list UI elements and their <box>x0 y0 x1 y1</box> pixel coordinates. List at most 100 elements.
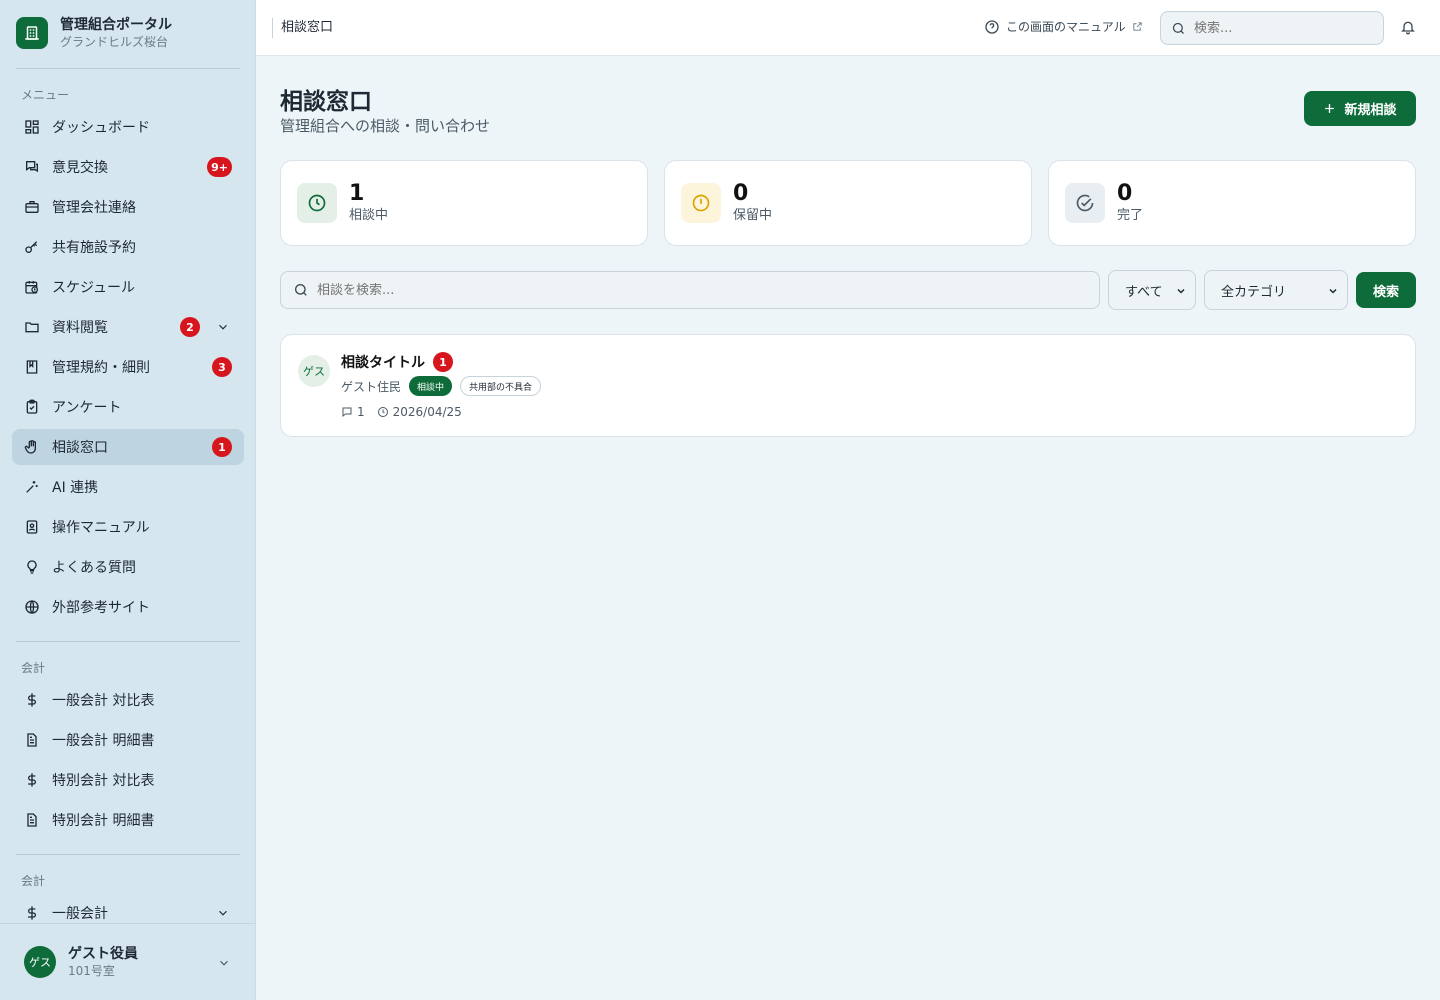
plus-icon <box>1325 104 1335 113</box>
user-room: 101号室 <box>68 964 115 978</box>
notification-badge: 2 <box>180 317 200 337</box>
sidebar-item-consultation[interactable]: 相談窓口 1 <box>12 429 244 465</box>
stat-value: 1 <box>349 181 365 206</box>
divider <box>16 854 240 855</box>
search-icon <box>1172 22 1184 34</box>
sidebar-item-management-contact[interactable]: 管理会社連絡 <box>12 189 244 225</box>
sidebar-item-general-statement[interactable]: 一般会計 明細書 <box>12 722 244 758</box>
stat-label: 完了 <box>1117 208 1144 223</box>
clipboard-icon <box>24 399 40 415</box>
category-tag: 共用部の不具合 <box>460 376 542 396</box>
sidebar-item-external-sites[interactable]: 外部参考サイト <box>12 589 244 625</box>
consultation-date: 2026/04/25 <box>392 405 462 419</box>
stat-card-completed: 0 完了 <box>1048 160 1416 246</box>
help-circle-icon <box>985 19 999 34</box>
hand-icon <box>24 439 40 455</box>
new-consultation-label: 新規相談 <box>1344 102 1397 117</box>
stat-card-on-hold: 0 保留中 <box>664 160 1032 246</box>
key-icon <box>24 239 40 255</box>
page-subtitle: 管理組合への相談・問い合わせ <box>280 117 491 135</box>
search-icon <box>295 284 307 296</box>
new-consultation-button[interactable]: 新規相談 <box>1304 91 1416 126</box>
sidebar-item-schedule[interactable]: スケジュール <box>12 269 244 305</box>
consultation-search[interactable] <box>280 271 1100 309</box>
notification-badge: 3 <box>212 357 232 377</box>
consultation-author: ゲスト住民 <box>341 379 402 394</box>
screen-manual-link[interactable]: この画面のマニュアル <box>984 18 1143 35</box>
page-title: 相談窓口 <box>280 89 372 115</box>
globe-icon <box>24 599 40 615</box>
check-circle-icon <box>1065 183 1105 223</box>
bell-icon[interactable] <box>1400 19 1416 35</box>
dashboard-icon <box>24 119 40 135</box>
sidebar-item-faq[interactable]: よくある質問 <box>12 549 244 585</box>
status-filter-select[interactable]: すべて <box>1108 270 1196 310</box>
avatar: ゲス <box>298 355 330 387</box>
sidebar-item-facility-booking[interactable]: 共有施設予約 <box>12 229 244 265</box>
consultation-search-input[interactable] <box>317 282 1077 298</box>
sidebar-item-label: 外部参考サイト <box>52 600 150 616</box>
chevron-down-icon <box>1329 288 1337 294</box>
status-badge: 相談中 <box>409 376 453 396</box>
sidebar-item-dashboard[interactable]: ダッシュボード <box>12 109 244 145</box>
sidebar-item-documents[interactable]: 資料閲覧 2 <box>12 309 244 345</box>
sparkle-icon <box>24 479 40 495</box>
global-search-input[interactable] <box>1194 20 1364 36</box>
lightbulb-icon <box>24 559 40 575</box>
folder-icon <box>24 319 40 335</box>
clock-icon <box>297 183 337 223</box>
stat-label: 保留中 <box>733 208 773 223</box>
sidebar-item-label: よくある質問 <box>52 560 136 576</box>
stat-value: 0 <box>733 181 749 206</box>
sidebar-item-general-comparison[interactable]: 一般会計 対比表 <box>12 682 244 718</box>
alert-circle-icon <box>681 183 721 223</box>
divider <box>16 641 240 642</box>
avatar: ゲス <box>24 946 56 978</box>
user-name: ゲスト役員 <box>68 946 138 962</box>
comment-icon <box>342 407 352 418</box>
sidebar-item-special-statement[interactable]: 特別会計 明細書 <box>12 802 244 838</box>
breadcrumb: 相談窓口 <box>272 18 333 38</box>
sidebar-item-rules[interactable]: 管理規約・細則 3 <box>12 349 244 385</box>
unread-badge: 1 <box>433 352 453 372</box>
briefcase-icon <box>24 199 40 215</box>
screen-manual-label: この画面のマニュアル <box>1006 20 1126 34</box>
sidebar-item-opinions[interactable]: 意見交換 9+ <box>12 149 244 185</box>
user-menu[interactable]: ゲス ゲスト役員 101号室 <box>0 923 255 1000</box>
top-bar: 相談窓口 この画面のマニュアル <box>256 0 1440 56</box>
search-button[interactable]: 検索 <box>1356 272 1416 308</box>
sidebar-item-label: 意見交換 <box>52 160 108 176</box>
chevron-down-icon[interactable] <box>216 320 230 334</box>
sidebar-item-survey[interactable]: アンケート <box>12 389 244 425</box>
sidebar-item-label: AI 連携 <box>52 480 99 496</box>
chevron-down-icon[interactable] <box>217 956 231 970</box>
calendar-clock-icon <box>24 279 40 295</box>
sidebar-item-special-comparison[interactable]: 特別会計 対比表 <box>12 762 244 798</box>
global-search[interactable] <box>1160 11 1384 45</box>
sidebar: 管理組合ポータル グランドヒルズ桜台 メニュー ダッシュボード 意見交換 9+ … <box>0 0 256 1000</box>
category-filter-select[interactable]: 全カテゴリ <box>1204 270 1348 310</box>
chevron-down-icon[interactable] <box>216 906 230 920</box>
app-title: 管理組合ポータル <box>60 17 172 33</box>
sidebar-item-label: 操作マニュアル <box>52 520 150 536</box>
section-label-accounting: 会計 <box>21 661 46 675</box>
dollar-icon <box>24 905 40 921</box>
status-filter-value: すべて <box>1125 284 1163 300</box>
consultation-title: 相談タイトル <box>341 355 425 371</box>
brand[interactable]: 管理組合ポータル グランドヒルズ桜台 <box>16 16 172 50</box>
sidebar-item-label: アンケート <box>52 400 122 416</box>
sidebar-item-label: 特別会計 対比表 <box>52 773 155 789</box>
divider <box>16 68 240 69</box>
manual-icon <box>24 519 40 535</box>
sidebar-item-label: 共有施設予約 <box>52 240 136 256</box>
external-link-icon <box>1133 22 1142 31</box>
sidebar-item-label: 管理会社連絡 <box>52 200 136 216</box>
consultation-list-item[interactable]: ゲス 相談タイトル 1 ゲスト住民 相談中 共用部の不具合 1 2026/04/… <box>280 334 1416 437</box>
building-logo-icon <box>16 17 48 49</box>
dollar-icon <box>24 692 40 708</box>
clock-icon <box>377 407 388 417</box>
sidebar-item-ai[interactable]: AI 連携 <box>12 469 244 505</box>
sidebar-item-label: スケジュール <box>52 280 136 296</box>
app-subtitle: グランドヒルズ桜台 <box>60 35 169 49</box>
sidebar-item-manual[interactable]: 操作マニュアル <box>12 509 244 545</box>
